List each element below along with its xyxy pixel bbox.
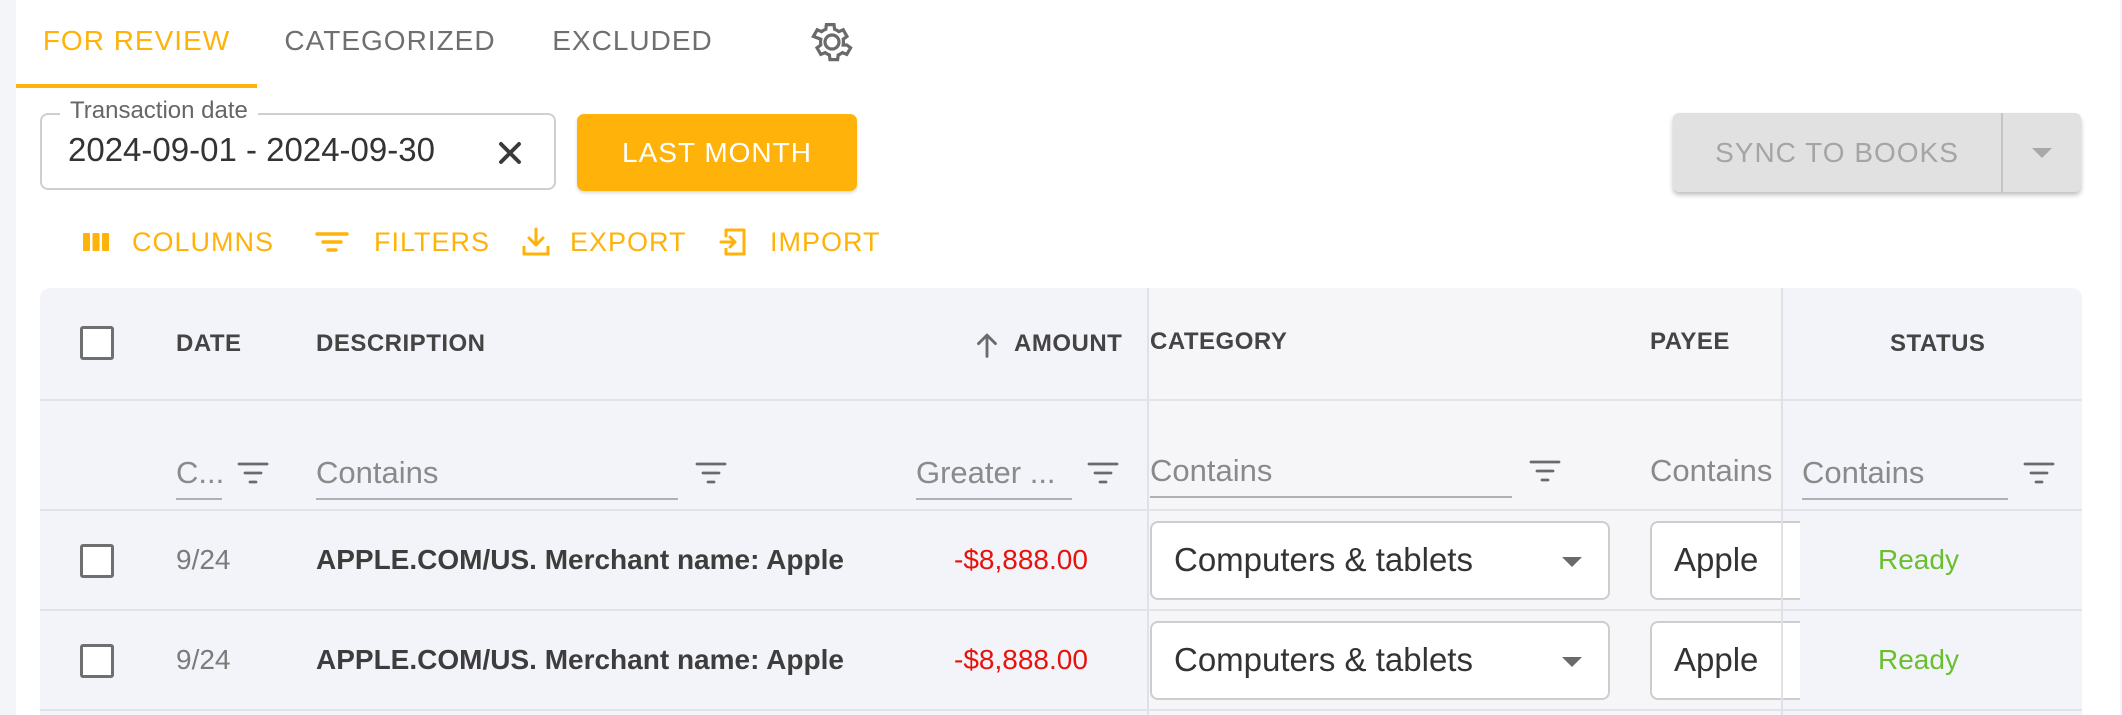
payee-select[interactable]: Apple [1650, 521, 1800, 600]
category-filter-icon[interactable] [1528, 456, 1562, 486]
clear-date-icon[interactable] [492, 135, 528, 171]
filters-label: FILTERS [374, 227, 491, 257]
header-divider [40, 399, 2082, 401]
amount-filter-icon[interactable] [1086, 458, 1120, 488]
sort-ascending-icon[interactable] [970, 328, 1004, 362]
chevron-down-icon[interactable] [2003, 113, 2081, 192]
select-all-checkbox[interactable] [80, 326, 114, 360]
filter-row-divider [40, 509, 2082, 511]
category-select[interactable]: Computers & tablets [1150, 621, 1610, 700]
transaction-date-value[interactable]: 2024-09-01 - 2024-09-30 [68, 131, 435, 169]
status-filter-icon[interactable] [2022, 458, 2056, 488]
chevron-down-icon [1562, 557, 1582, 567]
transactions-table: DATE DESCRIPTION AMOUNT CATEGORY PAYEE S… [40, 288, 2082, 715]
tab-excluded[interactable]: EXCLUDED [535, 0, 730, 86]
tab-for-review[interactable]: FOR REVIEW [16, 0, 257, 86]
column-header-category[interactable]: CATEGORY [1150, 328, 1287, 356]
row-divider [40, 609, 2082, 611]
row-status: Ready [1878, 544, 1959, 575]
row-checkbox[interactable] [80, 644, 114, 678]
active-tab-indicator [16, 84, 257, 88]
category-select-value: Computers & tablets [1174, 641, 1473, 678]
description-filter-icon[interactable] [694, 458, 728, 488]
sync-to-books-button[interactable]: SYNC TO BOOKS [1673, 113, 2001, 192]
import-label: IMPORT [770, 227, 881, 257]
column-header-description[interactable]: DESCRIPTION [316, 330, 486, 358]
column-header-status[interactable]: STATUS [1890, 330, 1985, 358]
date-filter-icon[interactable] [236, 458, 270, 488]
columns-icon [83, 233, 109, 251]
column-header-payee[interactable]: PAYEE [1650, 328, 1730, 356]
amount-filter-input[interactable]: Greater ... [916, 448, 1072, 500]
tab-categorized[interactable]: CATEGORIZED [270, 0, 510, 86]
row-date: 9/24 [176, 544, 231, 575]
import-icon [719, 228, 746, 256]
pinned-column-border [1781, 288, 1783, 715]
row-amount: -$8,888.00 [954, 544, 1088, 575]
download-icon [522, 227, 550, 256]
row-description: APPLE.COM/US. Merchant name: Apple [316, 644, 844, 675]
columns-button[interactable]: COLUMNS [80, 222, 273, 262]
export-button[interactable]: EXPORT [520, 222, 686, 262]
filter-icon [315, 232, 349, 252]
import-button[interactable]: IMPORT [718, 222, 881, 262]
transaction-date-label: Transaction date [60, 97, 258, 125]
column-header-amount[interactable]: AMOUNT [1014, 330, 1122, 358]
column-header-date[interactable]: DATE [176, 330, 242, 358]
payee-select[interactable]: Apple [1650, 621, 1800, 700]
payee-filter-input[interactable]: Contains [1650, 446, 1781, 496]
row-status: Ready [1878, 644, 1959, 675]
row-divider [40, 709, 2082, 711]
category-filter-input[interactable]: Contains [1150, 446, 1512, 498]
filters-button[interactable]: FILTERS [314, 222, 489, 262]
row-date: 9/24 [176, 644, 231, 675]
description-filter-input[interactable]: Contains [316, 448, 678, 500]
export-label: EXPORT [570, 227, 687, 257]
columns-label: COLUMNS [132, 227, 275, 257]
last-month-button[interactable]: LAST MONTH [577, 114, 857, 191]
row-checkbox[interactable] [80, 544, 114, 578]
payee-select-value: Apple [1674, 641, 1759, 678]
chevron-down-icon [1562, 657, 1582, 667]
sync-to-books-split-button: SYNC TO BOOKS [1673, 113, 2081, 192]
payee-select-value: Apple [1674, 541, 1759, 578]
row-description: APPLE.COM/US. Merchant name: Apple [316, 544, 844, 575]
date-filter-input[interactable]: C... [176, 448, 222, 500]
category-select-value: Computers & tablets [1174, 541, 1473, 578]
category-select[interactable]: Computers & tablets [1150, 521, 1610, 600]
settings-gear-icon[interactable] [808, 18, 856, 66]
transaction-date-field[interactable]: Transaction date 2024-09-01 - 2024-09-30 [40, 97, 556, 190]
row-amount: -$8,888.00 [954, 644, 1088, 675]
status-filter-input[interactable]: Contains [1802, 448, 2008, 500]
